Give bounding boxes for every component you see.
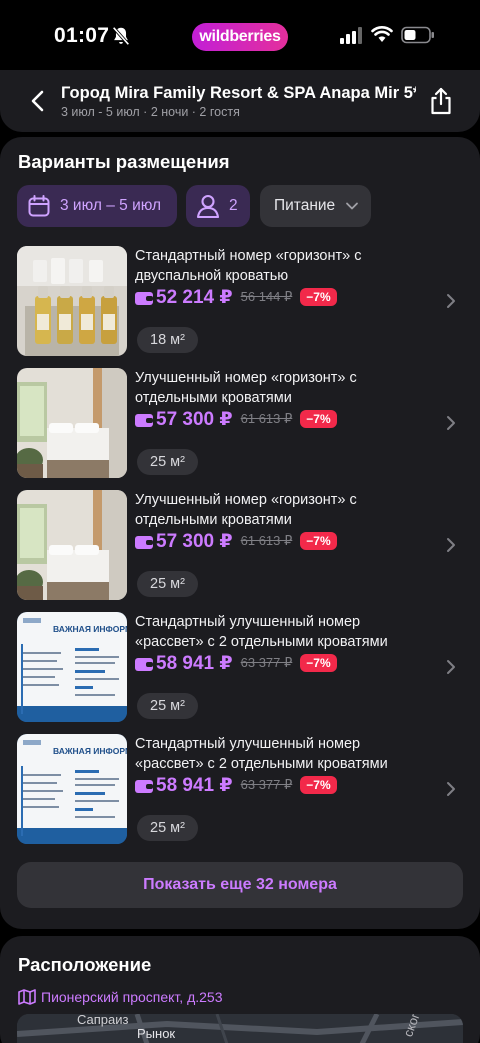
discount-badge: −7% xyxy=(300,288,337,306)
old-price: 63 377 ₽ xyxy=(240,655,293,670)
room-price: 52 214 ₽ xyxy=(156,286,233,308)
room-name: Стандартный улучшенный номер «рассвет» с… xyxy=(135,736,388,772)
chevron-right-icon xyxy=(447,538,455,552)
price-row: 57 300 ₽ 61 613 ₽ −7% xyxy=(135,529,337,553)
section-title: Варианты размещения xyxy=(18,151,230,172)
status-bar: 01:07 wildberries xyxy=(0,0,480,70)
old-price: 61 613 ₽ xyxy=(240,411,293,426)
room-photo xyxy=(17,368,127,478)
room-card[interactable]: Улучшенный номер «горизонт» с отдельными… xyxy=(17,368,463,478)
old-price: 63 377 ₽ xyxy=(240,777,293,792)
room-card[interactable]: Стандартный номер «горизонт» с двуспальн… xyxy=(17,246,463,356)
back-arrow-icon[interactable] xyxy=(26,88,52,114)
person-icon xyxy=(196,194,220,219)
guests-filter-label: 2 xyxy=(229,197,238,214)
wallet-icon xyxy=(135,657,153,671)
wifi-icon xyxy=(371,26,393,42)
discount-badge: −7% xyxy=(300,654,337,672)
header: Город Mira Family Resort & SPA Anapa Mir… xyxy=(0,70,480,132)
info-image-heading: ВАЖНАЯ ИНФОРМ xyxy=(53,746,127,756)
discount-badge: −7% xyxy=(300,776,337,794)
battery-icon xyxy=(401,26,434,44)
room-card[interactable]: Улучшенный номер «горизонт» с отдельными… xyxy=(17,490,463,600)
chevron-down-icon xyxy=(346,202,359,210)
chevron-right-icon xyxy=(447,416,455,430)
info-image-heading: ВАЖНАЯ ИНФОРМ xyxy=(53,624,127,634)
price-row: 58 941 ₽ 63 377 ₽ −7% xyxy=(135,773,337,797)
price-row: 58 941 ₽ 63 377 ₽ −7% xyxy=(135,651,337,675)
room-photo xyxy=(17,490,127,600)
room-photo: ВАЖНАЯ ИНФОРМ xyxy=(17,612,127,722)
price-row: 57 300 ₽ 61 613 ₽ −7% xyxy=(135,407,337,431)
food-filter-label: Питание xyxy=(274,197,336,214)
room-area: 18 м² xyxy=(137,327,198,353)
room-area: 25 м² xyxy=(137,693,198,719)
room-area: 25 м² xyxy=(137,449,198,475)
booking-summary: 3 июл - 5 июл · 2 ночи · 2 гостя xyxy=(61,105,240,119)
location-title: Расположение xyxy=(18,954,152,975)
show-more-rooms-button[interactable]: Показать еще 32 номера xyxy=(17,862,463,908)
wallet-icon xyxy=(135,779,153,793)
calendar-icon xyxy=(28,195,50,217)
room-price: 58 941 ₽ xyxy=(156,652,233,674)
room-name: Улучшенный номер «горизонт» с отдельными… xyxy=(135,492,357,528)
dates-filter-label: 3 июл – 5 июл xyxy=(60,197,162,214)
chevron-right-icon xyxy=(447,660,455,674)
location-card: Расположение Пионерский проспект, д.253 … xyxy=(0,936,480,1043)
room-name: Стандартный номер «горизонт» с двуспальн… xyxy=(135,248,362,284)
room-photo: ВАЖНАЯ ИНФОРМ xyxy=(17,734,127,844)
dates-filter-chip[interactable]: 3 июл – 5 июл xyxy=(17,185,177,227)
old-price: 61 613 ₽ xyxy=(240,533,293,548)
map-label: Рынок xyxy=(137,1026,176,1041)
hotel-title: Город Mira Family Resort & SPA Anapa Mir… xyxy=(61,84,416,102)
wallet-icon xyxy=(135,535,153,549)
address-text: Пионерский проспект, д.253 xyxy=(41,989,223,1005)
room-card[interactable]: ВАЖНАЯ ИНФОРМ Стандартный улучшенный ном… xyxy=(17,734,463,844)
discount-badge: −7% xyxy=(300,410,337,428)
food-filter-chip[interactable]: Питание xyxy=(260,185,371,227)
map-label: Сапраиз xyxy=(77,1014,129,1027)
discount-badge: −7% xyxy=(300,532,337,550)
chevron-right-icon xyxy=(447,294,455,308)
address-link[interactable]: Пионерский проспект, д.253 xyxy=(18,989,223,1005)
map-icon xyxy=(18,989,36,1005)
bell-off-icon xyxy=(112,26,130,46)
room-price: 58 941 ₽ xyxy=(156,774,233,796)
brand-logo: wildberries xyxy=(192,23,288,51)
room-name: Стандартный улучшенный номер «рассвет» с… xyxy=(135,614,388,650)
map-preview[interactable]: Сапраиз Рынок ского xyxy=(17,1014,463,1043)
room-photo xyxy=(17,246,127,356)
price-row: 52 214 ₽ 56 144 ₽ −7% xyxy=(135,285,337,309)
wallet-icon xyxy=(135,413,153,427)
room-area: 25 м² xyxy=(137,571,198,597)
status-time: 01:07 xyxy=(54,24,110,47)
room-options-card: Варианты размещения 3 июл – 5 июл 2 Пита… xyxy=(0,137,480,929)
chevron-right-icon xyxy=(447,782,455,796)
wallet-icon xyxy=(135,291,153,305)
room-area: 25 м² xyxy=(137,815,198,841)
room-price: 57 300 ₽ xyxy=(156,408,233,430)
signal-icon xyxy=(340,27,362,44)
room-card[interactable]: ВАЖНАЯ ИНФОРМ Стандартный улучшенный ном… xyxy=(17,612,463,722)
room-name: Улучшенный номер «горизонт» с отдельными… xyxy=(135,370,357,406)
guests-filter-chip[interactable]: 2 xyxy=(186,185,250,227)
room-price: 57 300 ₽ xyxy=(156,530,233,552)
old-price: 56 144 ₽ xyxy=(240,289,293,304)
share-icon[interactable] xyxy=(428,87,454,115)
